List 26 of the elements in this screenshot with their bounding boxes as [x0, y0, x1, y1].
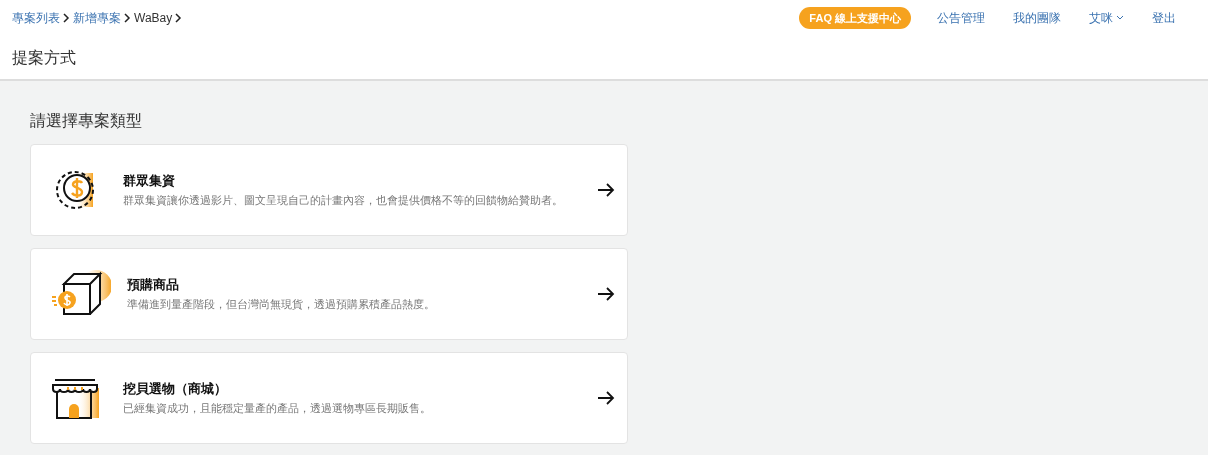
chevron-right-icon: [124, 13, 131, 23]
chevron-right-icon: [63, 13, 70, 23]
card-description: 準備進到量產階段，但台灣尚無現貨，透過預購累積產品熱度。: [127, 298, 436, 312]
card-description: 群眾集資讓你透過影片、圖文呈現自己的計畫內容，也會提供價格不等的回饋物給贊助者。: [123, 194, 564, 208]
breadcrumb-link[interactable]: 新增專案: [73, 9, 121, 27]
nav-link[interactable]: 公告管理: [937, 9, 985, 27]
card-title: 預購商品: [127, 276, 180, 294]
box-coin-icon: [51, 270, 111, 318]
section-title: 請選擇專案類型: [30, 111, 143, 131]
project-type-card[interactable]: 群眾集資 群眾集資讓你透過影片、圖文呈現自己的計畫內容，也會提供價格不等的回饋物給贊助者。: [30, 144, 628, 236]
nav-link[interactable]: 我的團隊: [1013, 9, 1061, 27]
arrow-right-icon: [597, 183, 615, 197]
logout-link[interactable]: 登出: [1152, 9, 1176, 27]
chevron-right-icon: [175, 13, 183, 23]
arrow-right-icon: [597, 287, 615, 301]
page-title: 提案方式: [11, 48, 77, 68]
project-type-card[interactable]: 挖貝選物（商城） 已經集資成功，且能穩定量產的產品，透過選物專區長期販售。: [30, 352, 628, 444]
arrow-right-icon: [597, 391, 615, 405]
breadcrumb-link[interactable]: WaBay: [134, 11, 173, 25]
chevron-down-icon: [1116, 15, 1124, 21]
breadcrumb-link[interactable]: 專案列表: [12, 9, 60, 27]
project-type-card[interactable]: 預購商品 準備進到量產階段，但台灣尚無現貨，透過預購累積產品熱度。: [30, 248, 628, 340]
card-description: 已經集資成功，且能穩定量產的產品，透過選物專區長期販售。: [123, 402, 432, 416]
user-menu[interactable]: 艾咪: [1089, 9, 1124, 27]
card-title: 群眾集資: [123, 172, 176, 190]
card-title: 挖貝選物（商城）: [123, 380, 228, 398]
